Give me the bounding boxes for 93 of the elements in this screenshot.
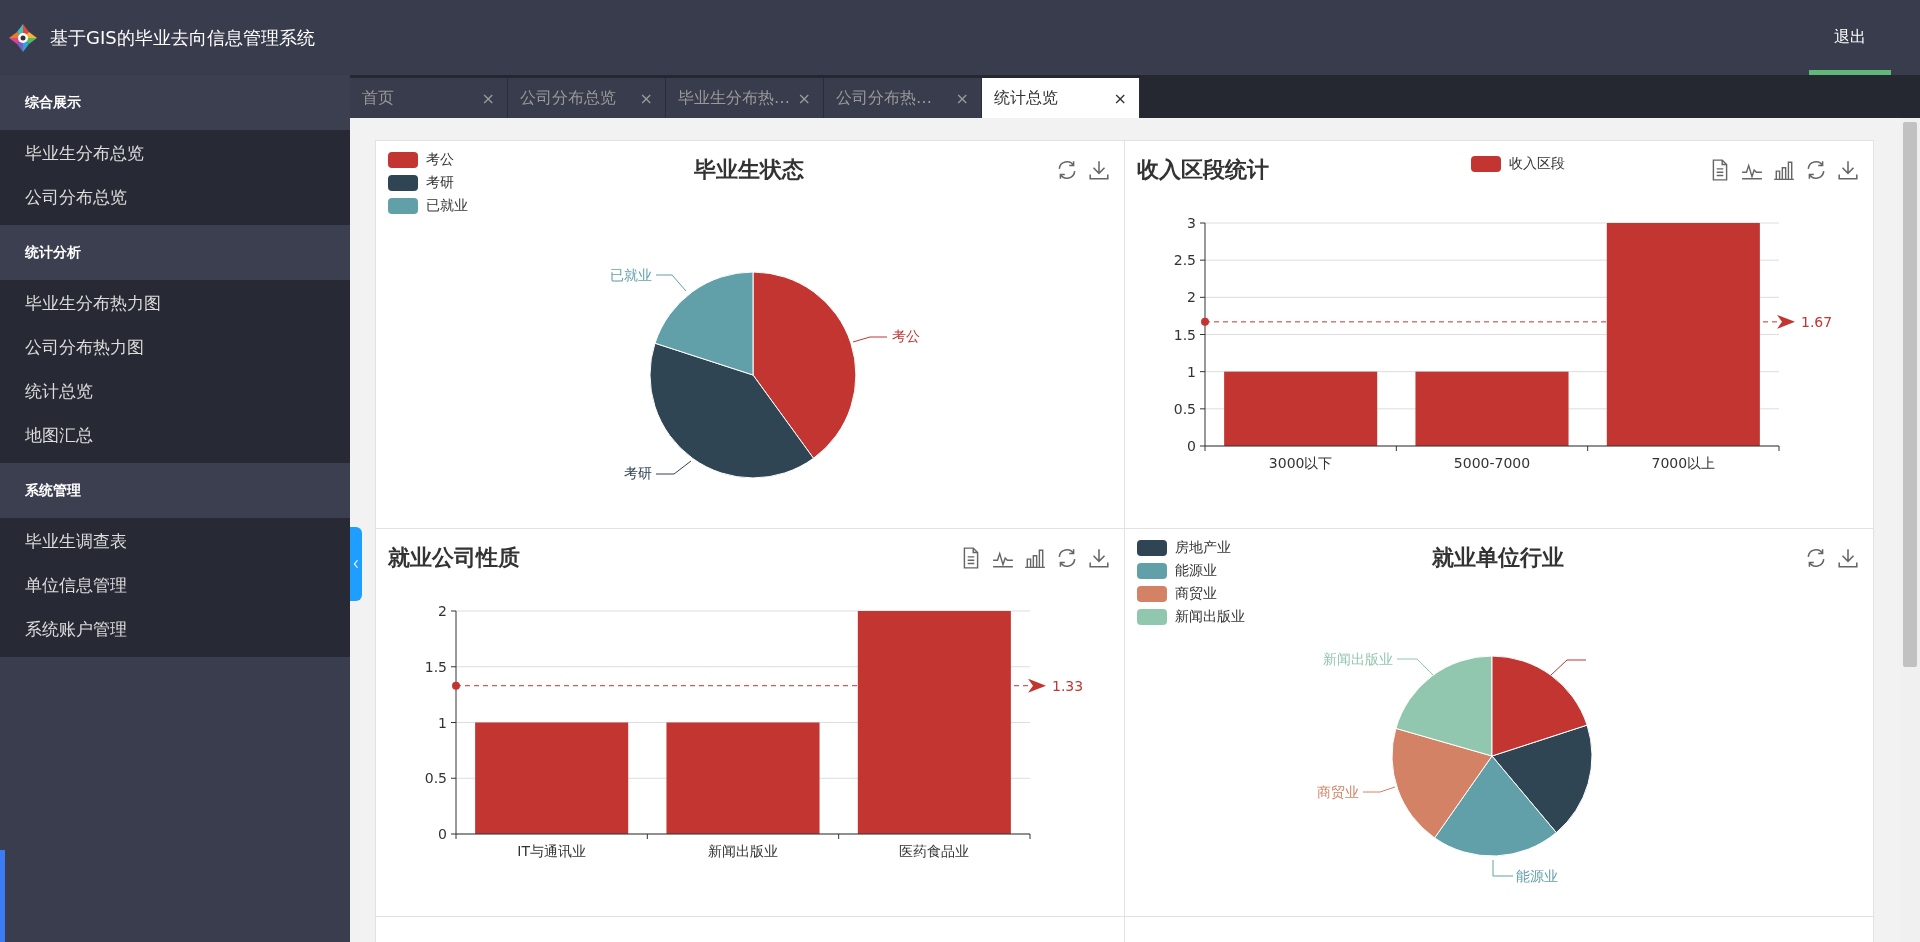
- slice-label: 能源业: [1516, 868, 1558, 884]
- legend-item[interactable]: 商贸业: [1137, 585, 1432, 603]
- leader-line: [655, 274, 687, 292]
- chevron-left-icon: [353, 559, 359, 569]
- sidebar-item[interactable]: 单位信息管理: [0, 563, 350, 607]
- y-tick-label: 1: [1187, 363, 1196, 380]
- close-icon[interactable]: ×: [639, 88, 653, 108]
- download-icon[interactable]: [1088, 547, 1110, 569]
- legend-label: 商贸业: [1175, 585, 1217, 603]
- slice-label: 新闻出版业: [1323, 651, 1393, 667]
- leader-line: [1362, 786, 1396, 793]
- y-tick-label: 1.5: [424, 658, 447, 675]
- x-tick-label: 新闻出版业: [708, 843, 778, 859]
- x-tick-label: 3000以下: [1268, 455, 1333, 471]
- slice-label: 考公: [892, 328, 920, 344]
- tab[interactable]: 毕业生分布热… ×: [666, 78, 824, 118]
- tab[interactable]: 统计总览 ×: [982, 78, 1140, 118]
- sidebar-item[interactable]: 公司分布热力图: [0, 325, 350, 369]
- pie-slice[interactable]: [1434, 755, 1557, 857]
- chart-title: 毕业生状态: [694, 156, 804, 184]
- average-value: 1.67: [1801, 313, 1833, 330]
- pie-slice[interactable]: [1491, 655, 1588, 757]
- y-tick-label: 0.5: [424, 770, 447, 787]
- sidebar-item[interactable]: 毕业生分布热力图: [0, 281, 350, 325]
- line-start-dot: [1201, 317, 1209, 326]
- x-tick-label: 5000-7000: [1453, 455, 1531, 471]
- app-title: 基于GIS的毕业去向信息管理系统: [50, 25, 315, 50]
- legend-item[interactable]: 考公: [388, 151, 694, 169]
- sidebar-item[interactable]: 公司分布总览: [0, 175, 350, 219]
- sidebar-item[interactable]: 统计总览: [0, 369, 350, 413]
- close-icon[interactable]: ×: [1113, 88, 1127, 108]
- y-tick-label: 0: [1187, 438, 1196, 454]
- bar-chart-icon[interactable]: [1773, 159, 1795, 181]
- tab[interactable]: 公司分布总览 ×: [508, 78, 666, 118]
- refresh-icon[interactable]: [1805, 159, 1827, 181]
- y-tick-label: 2: [1187, 289, 1196, 306]
- tab[interactable]: 首页 ×: [350, 78, 508, 118]
- slice-label: 商贸业: [1317, 784, 1359, 800]
- legend-item[interactable]: 收入区段: [1471, 155, 1565, 173]
- pie-slice[interactable]: [1491, 724, 1593, 834]
- legend-label: 考公: [426, 151, 454, 169]
- legend-label: 收入区段: [1509, 155, 1565, 173]
- y-tick-label: 2.5: [1173, 252, 1196, 269]
- chart-title: 就业单位行业: [1432, 544, 1564, 572]
- download-icon[interactable]: [1088, 159, 1110, 181]
- close-icon[interactable]: ×: [955, 88, 969, 108]
- x-tick-label: 医药食品业: [899, 843, 970, 859]
- legend-label: 新闻出版业: [1175, 608, 1245, 626]
- legend-label: 考研: [426, 174, 454, 192]
- x-tick-label: IT与通讯业: [517, 843, 586, 859]
- tab[interactable]: 公司分布热… ×: [824, 78, 982, 118]
- y-tick-label: 3: [1187, 215, 1196, 231]
- average-value: 1.33: [1052, 677, 1084, 694]
- refresh-icon[interactable]: [1805, 547, 1827, 569]
- sidebar-item[interactable]: 地图汇总: [0, 413, 350, 457]
- slice-label: 考研: [624, 465, 652, 481]
- scrollbar-thumb[interactable]: [1903, 122, 1917, 667]
- close-icon[interactable]: ×: [797, 88, 811, 108]
- logo-icon: [8, 22, 38, 53]
- sidebar-item[interactable]: 系统账户管理: [0, 607, 350, 651]
- pie-slice[interactable]: [752, 271, 857, 459]
- leader-line: [1492, 859, 1514, 877]
- leader-line: [655, 460, 692, 475]
- leader-line: [1396, 658, 1434, 676]
- x-tick-label: 7000以上: [1651, 455, 1716, 471]
- bar-chart-icon[interactable]: [1024, 547, 1046, 569]
- legend-item[interactable]: 房地产业: [1137, 539, 1432, 557]
- pie-slice[interactable]: [654, 271, 754, 376]
- leader-line: [852, 336, 888, 343]
- line-start-dot: [452, 681, 460, 690]
- legend-item[interactable]: 新闻出版业: [1137, 608, 1432, 626]
- download-icon[interactable]: [1837, 159, 1859, 181]
- legend-label: 能源业: [1175, 562, 1217, 580]
- y-tick-label: 1.5: [1173, 326, 1196, 343]
- y-tick-label: 0.5: [1173, 400, 1196, 417]
- chart-title: 收入区段统计: [1137, 156, 1270, 184]
- chart-title: 就业公司性质: [388, 544, 521, 572]
- legend-item[interactable]: 考研: [388, 174, 694, 192]
- y-tick-label: 2: [438, 603, 447, 619]
- refresh-icon[interactable]: [1056, 159, 1078, 181]
- legend-item[interactable]: 已就业: [388, 197, 694, 215]
- refresh-icon[interactable]: [1056, 547, 1078, 569]
- legend-label: 房地产业: [1175, 539, 1231, 557]
- legend-label: 已就业: [426, 197, 468, 215]
- y-tick-label: 0: [438, 826, 447, 842]
- y-tick-label: 1: [438, 714, 447, 731]
- slice-label: 已就业: [610, 267, 652, 283]
- close-icon[interactable]: ×: [481, 88, 495, 108]
- download-icon[interactable]: [1837, 547, 1859, 569]
- sidebar-item[interactable]: 毕业生分布总览: [0, 131, 350, 175]
- legend-item[interactable]: 能源业: [1137, 562, 1432, 580]
- leader-line: [1550, 659, 1587, 676]
- sidebar-item[interactable]: 毕业生调查表: [0, 519, 350, 563]
